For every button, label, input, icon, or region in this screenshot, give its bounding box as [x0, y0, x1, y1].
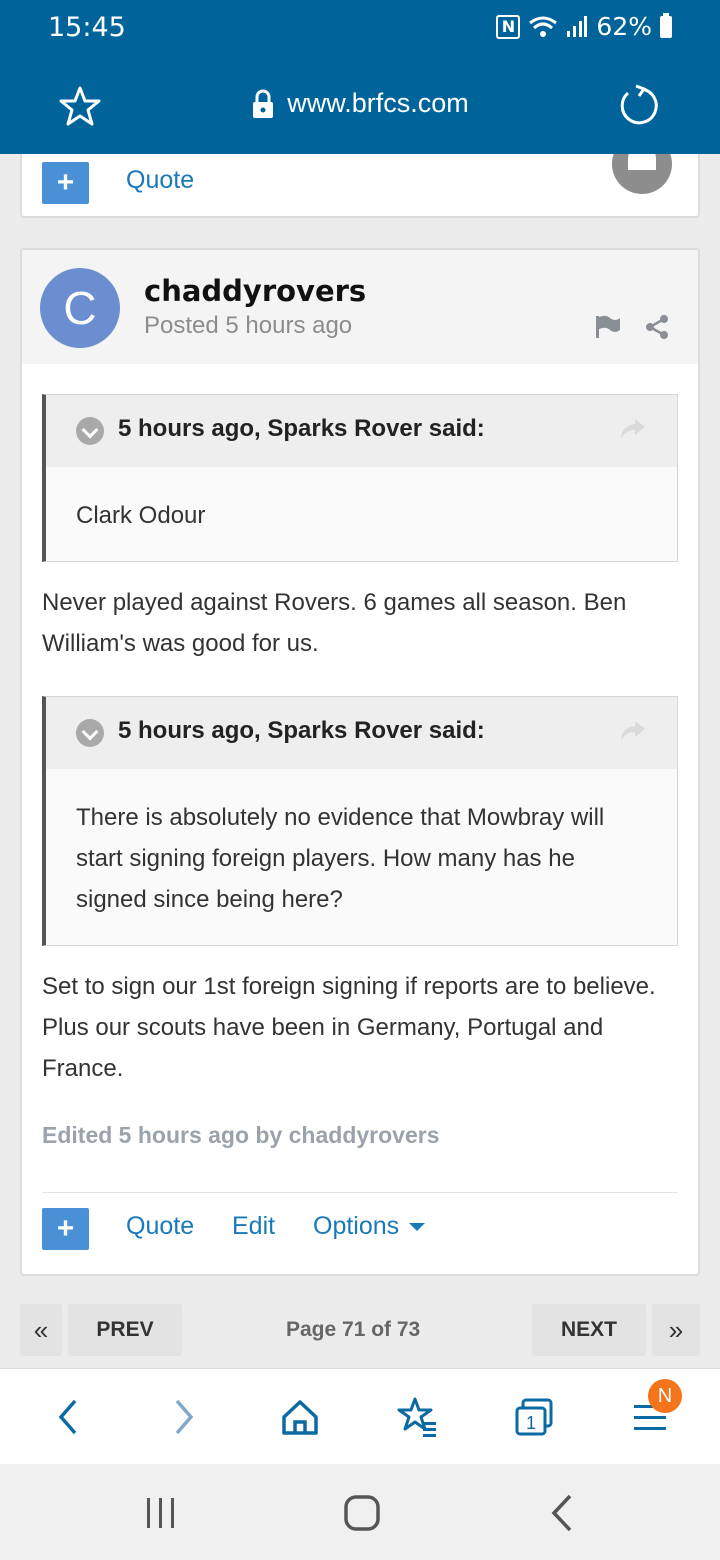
avatar[interactable]: C — [40, 268, 120, 348]
previous-post-card: + Quote — [20, 154, 700, 218]
post-card: C chaddyrovers Posted 5 hours ago 5 hour… — [20, 248, 700, 1276]
quote-block: 5 hours ago, Sparks Rover said: Clark Od… — [42, 394, 678, 562]
url-field[interactable]: www.brfcs.com — [0, 88, 720, 119]
quote-citation: 5 hours ago, Sparks Rover said: — [118, 415, 485, 442]
back-icon[interactable] — [542, 1490, 588, 1536]
recents-icon[interactable] — [138, 1490, 184, 1536]
post-paragraph: Never played against Rovers. 6 games all… — [42, 589, 627, 657]
reply-arrow-icon[interactable] — [619, 417, 647, 441]
url-text: www.brfcs.com — [287, 88, 469, 118]
chevron-down-icon[interactable] — [76, 719, 104, 747]
quote-header: 5 hours ago, Sparks Rover said: — [46, 395, 677, 467]
plus-button[interactable]: + — [42, 1208, 89, 1250]
forward-arrow-icon[interactable] — [156, 1389, 212, 1445]
reply-arrow-icon[interactable] — [619, 719, 647, 743]
tabs-icon[interactable]: 1 — [506, 1389, 562, 1445]
home-circle-icon[interactable] — [339, 1490, 385, 1536]
flag-icon[interactable] — [594, 314, 622, 340]
quote-link[interactable]: Quote — [126, 166, 194, 195]
quote-body: There is absolutely no evidence that Mow… — [76, 804, 605, 913]
heart-icon[interactable] — [612, 154, 672, 194]
tabs-count: 1 — [526, 1413, 536, 1433]
plus-button[interactable]: + — [42, 162, 89, 204]
quote-block: 5 hours ago, Sparks Rover said: There is… — [42, 696, 678, 946]
page-indicator[interactable]: Page 71 of 73 — [286, 1318, 420, 1342]
status-time: 15:45 — [48, 12, 126, 43]
options-label: Options — [313, 1212, 400, 1240]
back-arrow-icon[interactable] — [40, 1389, 96, 1445]
quote-citation: 5 hours ago, Sparks Rover said: — [118, 717, 485, 744]
caret-down-icon — [409, 1223, 426, 1232]
nfc-icon: N — [496, 14, 521, 39]
pagination: « PREV Page 71 of 73 NEXT » — [0, 1304, 720, 1356]
browser-top-bar: 15:45 N 62% www.brfcs.com — [0, 0, 720, 154]
android-nav-bar — [0, 1464, 720, 1560]
wifi-icon — [529, 16, 558, 37]
post-timestamp: Posted 5 hours ago — [144, 312, 353, 339]
battery-percent: 62% — [596, 12, 652, 41]
battery-icon — [660, 12, 672, 38]
edit-link[interactable]: Edit — [232, 1212, 275, 1241]
refresh-icon[interactable] — [618, 84, 660, 126]
prev-button[interactable]: PREV — [68, 1304, 182, 1356]
bookmarks-icon[interactable] — [390, 1389, 446, 1445]
author-name[interactable]: chaddyrovers — [144, 274, 366, 308]
notification-badge: N — [648, 1379, 682, 1413]
home-icon[interactable] — [272, 1389, 328, 1445]
status-icons: N 62% — [496, 12, 672, 41]
last-page-button[interactable]: » — [652, 1304, 700, 1356]
first-page-button[interactable]: « — [20, 1304, 62, 1356]
signal-icon — [567, 15, 588, 37]
next-button[interactable]: NEXT — [532, 1304, 646, 1356]
lock-icon — [253, 89, 274, 118]
quote-header: 5 hours ago, Sparks Rover said: — [46, 697, 677, 769]
browser-toolbar: 1 N — [0, 1368, 720, 1464]
page-content: + Quote C chaddyrovers Posted 5 hours ag… — [0, 154, 720, 1368]
options-dropdown[interactable]: Options — [313, 1212, 426, 1241]
edited-note: Edited 5 hours ago by chaddyrovers — [42, 1122, 440, 1148]
post-header: C chaddyrovers Posted 5 hours ago — [22, 250, 698, 364]
quote-link[interactable]: Quote — [126, 1212, 194, 1241]
chevron-down-icon[interactable] — [76, 417, 104, 445]
quote-body: Clark Odour — [76, 502, 206, 529]
divider — [42, 1192, 678, 1193]
share-icon[interactable] — [644, 314, 670, 340]
post-paragraph: Set to sign our 1st foreign signing if r… — [42, 973, 656, 1082]
